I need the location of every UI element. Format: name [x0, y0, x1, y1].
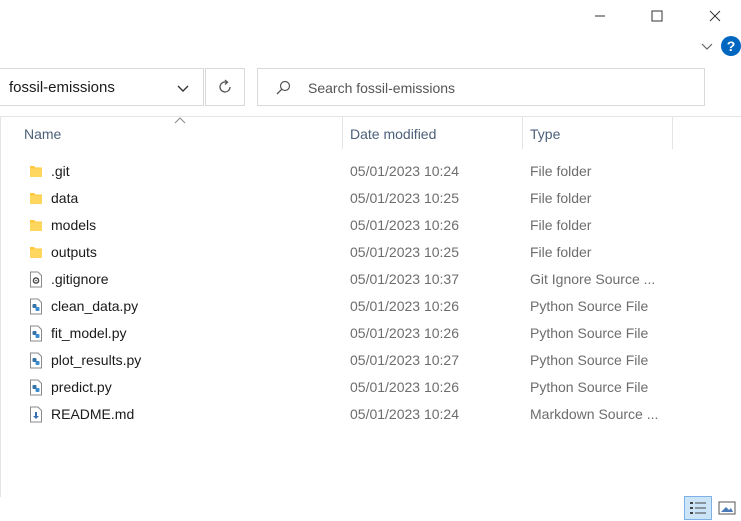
file-date-modified: 05/01/2023 10:26 [350, 217, 459, 233]
file-row[interactable]: models 05/01/2023 10:26 File folder [0, 212, 741, 239]
search-box[interactable]: Search fossil-emissions [257, 68, 705, 106]
column-header-type[interactable]: Type [530, 126, 560, 142]
large-icons-view-icon [718, 501, 736, 515]
file-type: Python Source File [530, 352, 649, 368]
file-type: File folder [530, 244, 592, 260]
python-file-icon [28, 352, 44, 369]
address-dropdown-chevron-icon[interactable] [176, 81, 190, 95]
column-separator[interactable] [342, 117, 343, 149]
file-date-modified: 05/01/2023 10:26 [350, 298, 459, 314]
file-row[interactable]: .git 05/01/2023 10:24 File folder [0, 158, 741, 185]
search-placeholder: Search fossil-emissions [308, 80, 456, 96]
file-type: Python Source File [530, 298, 649, 314]
column-separator[interactable] [522, 117, 523, 149]
markdown-file-icon [28, 406, 44, 423]
folder-icon [28, 190, 44, 207]
file-row[interactable]: predict.py 05/01/2023 10:26 Python Source … [0, 374, 741, 401]
minimize-button[interactable] [580, 0, 620, 32]
file-date-modified: 05/01/2023 10:25 [350, 244, 459, 260]
ribbon-row: ? [0, 33, 741, 61]
file-date-modified: 05/01/2023 10:24 [350, 406, 459, 422]
file-date-modified: 05/01/2023 10:37 [350, 271, 459, 287]
details-view-button[interactable] [684, 496, 712, 520]
file-row[interactable]: .gitignore 05/01/2023 10:37 Git Ignore Sou… [0, 266, 741, 293]
expand-ribbon-button[interactable] [697, 37, 717, 57]
python-file-icon [28, 298, 44, 315]
column-header-name[interactable]: Name [24, 126, 61, 142]
python-file-icon [28, 325, 44, 342]
column-header-date-modified[interactable]: Date modified [350, 126, 436, 142]
chevron-down-icon [701, 43, 713, 50]
file-date-modified: 05/01/2023 10:25 [350, 190, 459, 206]
help-icon[interactable]: ? [721, 36, 741, 56]
close-button[interactable] [695, 0, 735, 32]
file-name: fit_model.py [51, 325, 127, 341]
config-file-icon [28, 271, 44, 288]
title-bar [0, 0, 741, 32]
folder-icon [28, 244, 44, 261]
details-view-icon [690, 502, 706, 514]
file-name: .git [51, 163, 70, 179]
address-bar[interactable]: fossil-emissions [0, 68, 204, 106]
file-type: File folder [530, 163, 592, 179]
file-row[interactable]: clean_data.py 05/01/2023 10:26 Python Sour… [0, 293, 741, 320]
python-file-icon [28, 379, 44, 396]
file-name: plot_results.py [51, 352, 142, 368]
file-date-modified: 05/01/2023 10:27 [350, 352, 459, 368]
file-type: File folder [530, 190, 592, 206]
file-type: Python Source File [530, 325, 649, 341]
file-type: Git Ignore Source ... [530, 271, 656, 287]
file-date-modified: 05/01/2023 10:26 [350, 379, 459, 395]
file-name: clean_data.py [51, 298, 139, 314]
maximize-button[interactable] [637, 0, 677, 32]
refresh-button[interactable] [205, 68, 245, 106]
close-icon [709, 10, 721, 22]
file-row[interactable]: data 05/01/2023 10:25 File folder [0, 185, 741, 212]
folder-icon [28, 217, 44, 234]
file-name: models [51, 217, 97, 233]
folder-icon [28, 163, 44, 180]
file-name: README.md [51, 406, 135, 422]
file-name: outputs [51, 244, 97, 260]
file-date-modified: 05/01/2023 10:26 [350, 325, 459, 341]
sort-ascending-icon [174, 117, 186, 124]
file-type: Python Source File [530, 379, 649, 395]
file-row[interactable]: plot_results.py 05/01/2023 10:27 Python So… [0, 347, 741, 374]
maximize-icon [651, 10, 663, 22]
file-name: .gitignore [51, 271, 109, 287]
minimize-icon [595, 15, 605, 17]
file-name: data [51, 190, 79, 206]
file-type: File folder [530, 217, 592, 233]
file-date-modified: 05/01/2023 10:24 [350, 163, 459, 179]
file-type: Markdown Source ... [530, 406, 659, 422]
address-path: fossil-emissions [9, 79, 115, 96]
header-divider [0, 116, 741, 117]
refresh-icon [219, 79, 231, 93]
file-row[interactable]: fit_model.py 05/01/2023 10:26 Python Sourc… [0, 320, 741, 347]
column-separator[interactable] [672, 117, 673, 149]
file-row[interactable]: outputs 05/01/2023 10:25 File folder [0, 239, 741, 266]
file-row[interactable]: README.md 05/01/2023 10:24 Markdown Source… [0, 401, 741, 428]
file-name: predict.py [51, 379, 112, 395]
search-icon [276, 80, 291, 95]
large-icons-view-button[interactable] [714, 496, 740, 520]
